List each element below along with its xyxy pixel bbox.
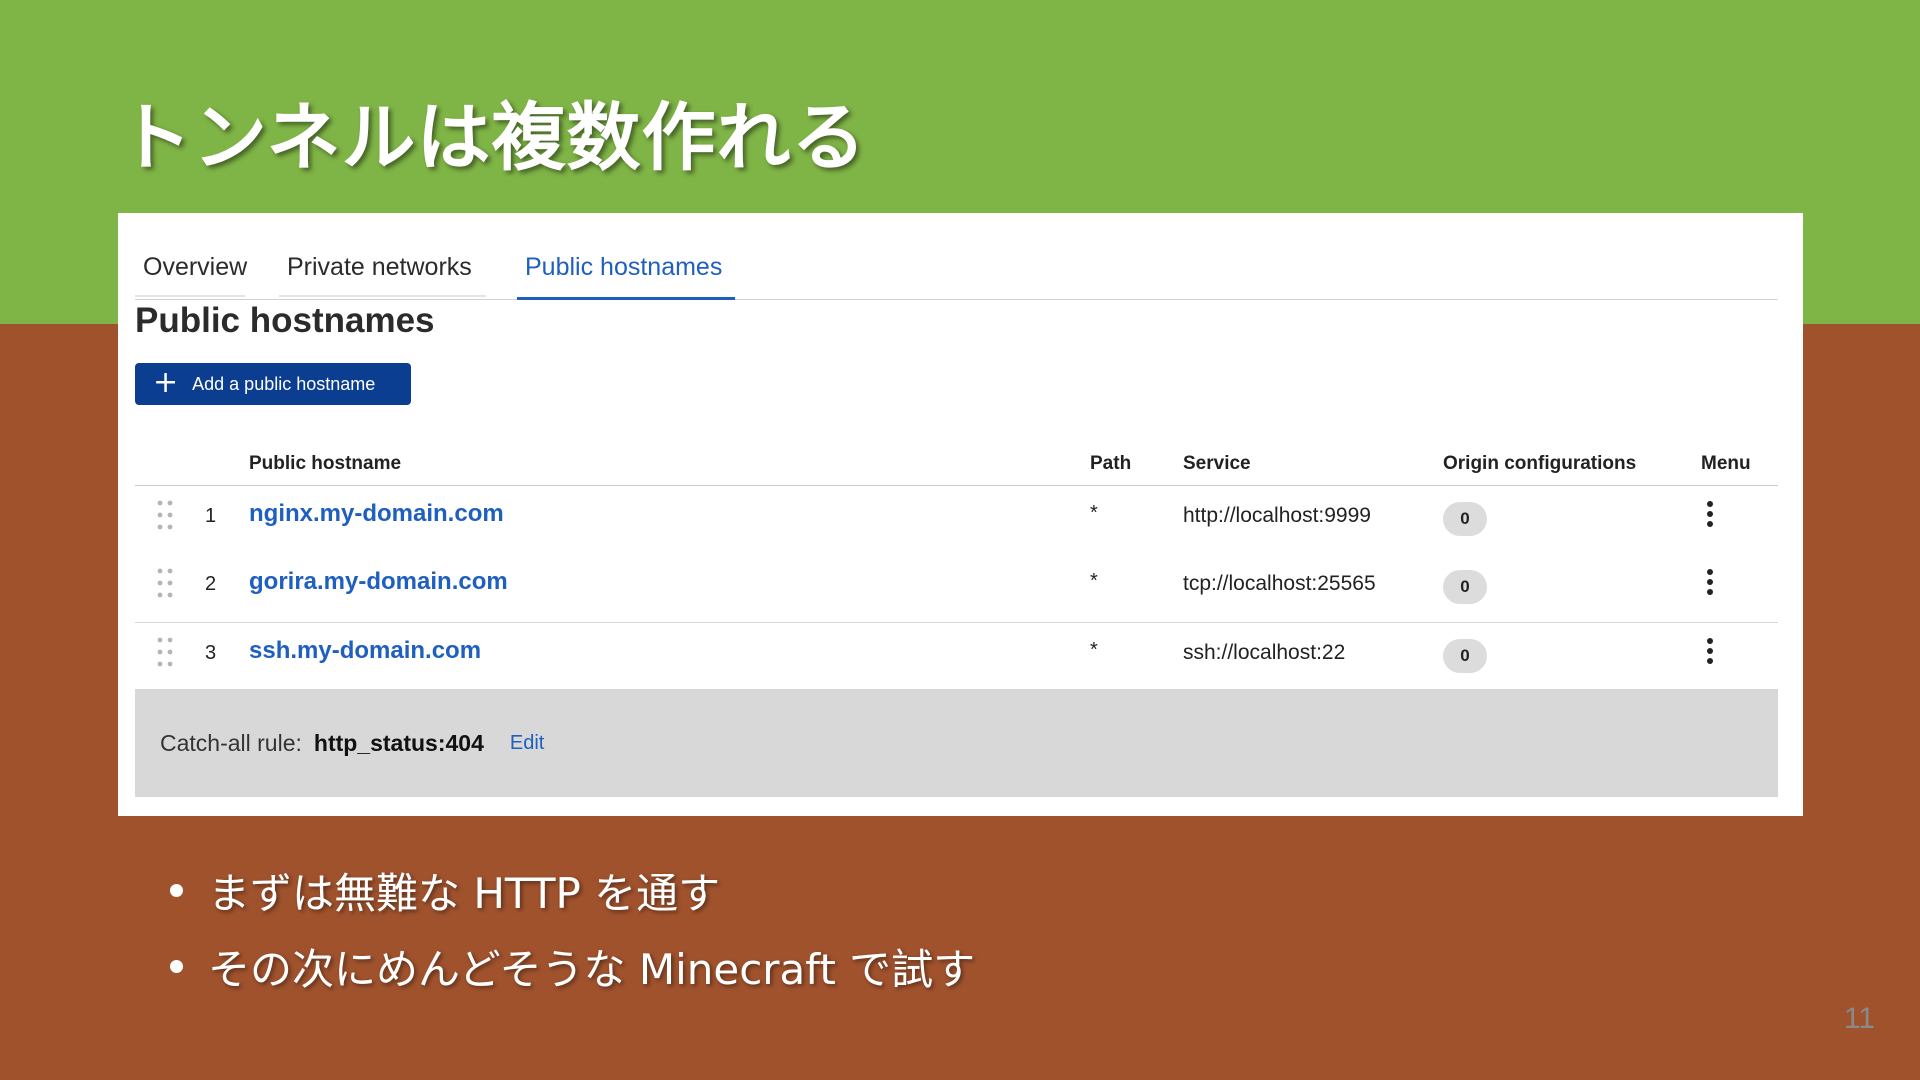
- path-value: *: [1090, 639, 1098, 661]
- row-index: 2: [205, 573, 217, 595]
- bullet-text: まずは無難な HTTP を通す: [208, 869, 721, 918]
- add-public-hostname-button[interactable]: + Add a public hostname: [135, 363, 411, 405]
- origin-count-badge: 0: [1443, 639, 1487, 673]
- kebab-menu-icon[interactable]: [1700, 637, 1720, 667]
- table-row: 2 gorira.my-domain.com * tcp://localhost…: [135, 554, 1778, 623]
- add-button-label: Add a public hostname: [192, 373, 376, 394]
- catch-all-label: Catch-all rule:: [160, 729, 302, 756]
- bullet-text: その次にめんどそうな Minecraft で試す: [208, 945, 976, 994]
- catch-all-edit-link[interactable]: Edit: [510, 732, 544, 755]
- table-row: 3 ssh.my-domain.com * ssh://localhost:22…: [135, 623, 1778, 691]
- hostname-link[interactable]: gorira.my-domain.com: [249, 568, 508, 596]
- bullet-dot: [170, 884, 183, 897]
- table-header: Public hostname Path Service Origin conf…: [135, 443, 1778, 486]
- header-service: Service: [1183, 453, 1251, 474]
- page-number: 11: [1843, 1002, 1875, 1035]
- service-value: http://localhost:9999: [1183, 504, 1371, 527]
- header-menu: Menu: [1701, 453, 1751, 474]
- service-value: ssh://localhost:22: [1183, 641, 1346, 664]
- bullet-item: その次にめんどそうな Minecraft で試す: [160, 936, 975, 1012]
- table-row: 1 nginx.my-domain.com * http://localhost…: [135, 486, 1778, 554]
- tunnel-screenshot-panel: Overview Private networks Public hostnam…: [118, 213, 1803, 816]
- kebab-menu-icon[interactable]: [1700, 568, 1720, 598]
- kebab-menu-icon[interactable]: [1700, 500, 1720, 530]
- plus-icon: +: [153, 364, 179, 400]
- path-value: *: [1090, 570, 1098, 592]
- path-value: *: [1090, 502, 1098, 524]
- header-path: Path: [1090, 453, 1132, 474]
- tab-private-networks[interactable]: Private networks: [279, 243, 486, 297]
- service-value: tcp://localhost:25565: [1183, 572, 1376, 595]
- catch-all-value: http_status:404: [313, 729, 484, 756]
- origin-count-badge: 0: [1443, 502, 1487, 536]
- row-index: 3: [205, 642, 217, 664]
- catch-all-rule-bar: Catch-all rule: http_status:404 Edit: [135, 689, 1778, 797]
- tab-public-hostnames[interactable]: Public hostnames: [517, 243, 735, 300]
- hostname-link[interactable]: ssh.my-domain.com: [249, 637, 481, 665]
- tab-overview[interactable]: Overview: [135, 243, 247, 297]
- slide-title: トンネルは複数作れる: [118, 95, 867, 181]
- header-origin-configurations: Origin configurations: [1443, 453, 1637, 474]
- origin-count-badge: 0: [1443, 570, 1487, 604]
- drag-handle-icon[interactable]: [157, 500, 173, 530]
- bullet-item: まずは無難な HTTP を通す: [160, 860, 975, 936]
- section-title: Public hostnames: [135, 301, 435, 340]
- tab-bar: Overview Private networks Public hostnam…: [135, 243, 1778, 300]
- row-index: 1: [205, 505, 217, 527]
- bullet-dot: [170, 960, 183, 973]
- hostname-link[interactable]: nginx.my-domain.com: [249, 500, 504, 528]
- hostnames-table: Public hostname Path Service Origin conf…: [135, 443, 1778, 691]
- drag-handle-icon[interactable]: [157, 568, 173, 598]
- header-public-hostname: Public hostname: [249, 453, 402, 474]
- bullet-list: まずは無難な HTTP を通す その次にめんどそうな Minecraft で試す: [160, 860, 975, 1012]
- drag-handle-icon[interactable]: [157, 637, 173, 667]
